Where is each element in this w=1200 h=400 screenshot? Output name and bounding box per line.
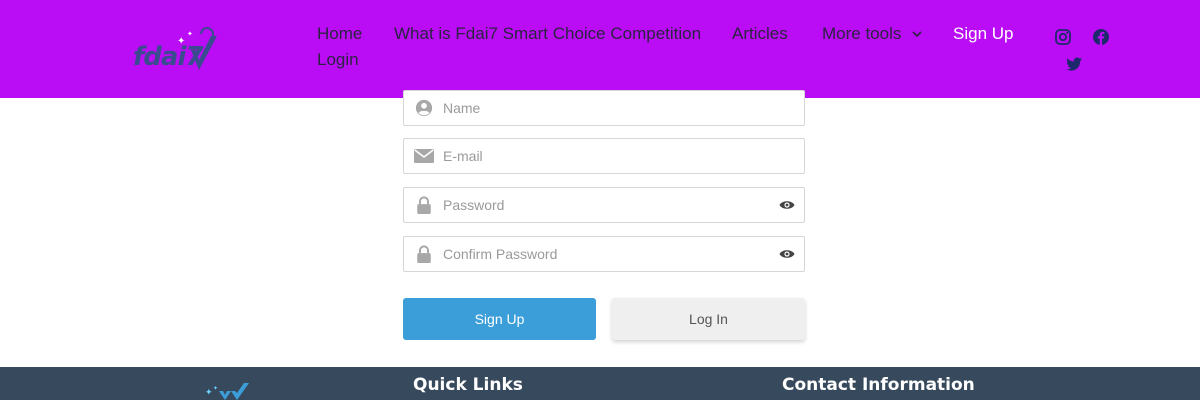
- logo-check-icon: ✦ ✦: [177, 27, 217, 70]
- envelope-icon: [414, 149, 434, 163]
- nav-home[interactable]: Home: [317, 24, 362, 44]
- name-input[interactable]: [443, 91, 763, 125]
- password-field: [403, 187, 805, 223]
- nav-competition[interactable]: What is Fdai7 Smart Choice Competition: [394, 24, 701, 44]
- nav-more-tools-label: More tools: [822, 24, 902, 43]
- instagram-icon[interactable]: [1054, 28, 1072, 46]
- sign-up-button[interactable]: Sign Up: [403, 298, 596, 340]
- nav-login[interactable]: Login: [317, 50, 359, 70]
- show-password-icon[interactable]: [779, 199, 795, 211]
- facebook-icon[interactable]: [1092, 28, 1110, 46]
- password-input[interactable]: [443, 188, 763, 222]
- footer-logo-icon: ✦ ✦: [205, 383, 249, 400]
- site-header: fdai7 ✦ ✦ Home What is Fdai7 Smart Choic…: [0, 0, 1200, 98]
- confirm-password-input[interactable]: [443, 237, 763, 271]
- confirm-password-field: [403, 236, 805, 272]
- log-in-button[interactable]: Log In: [612, 298, 805, 340]
- site-footer: ✦ ✦ Quick Links Contact Information: [0, 367, 1200, 400]
- lock-icon: [417, 196, 431, 214]
- site-logo[interactable]: fdai7 ✦ ✦: [133, 26, 223, 76]
- footer-contact-title: Contact Information: [782, 375, 975, 395]
- nav-articles[interactable]: Articles: [732, 24, 788, 44]
- nav-more-tools[interactable]: More tools: [822, 24, 922, 44]
- lock-icon: [417, 245, 431, 263]
- name-field: [403, 90, 805, 126]
- footer-quick-links-title: Quick Links: [413, 375, 523, 395]
- svg-text:✦: ✦: [177, 36, 185, 47]
- social-links: [1054, 28, 1114, 78]
- email-field: [403, 138, 805, 174]
- chevron-down-icon: [912, 31, 922, 38]
- svg-text:✦: ✦: [213, 385, 218, 392]
- twitter-icon[interactable]: [1065, 55, 1083, 73]
- main-nav: Home What is Fdai7 Smart Choice Competit…: [317, 24, 1037, 84]
- nav-sign-up[interactable]: Sign Up: [953, 24, 1013, 44]
- email-input[interactable]: [443, 139, 763, 173]
- user-icon: [415, 99, 433, 117]
- show-password-icon[interactable]: [779, 248, 795, 260]
- svg-text:✦: ✦: [187, 30, 193, 38]
- svg-text:✦: ✦: [205, 388, 213, 398]
